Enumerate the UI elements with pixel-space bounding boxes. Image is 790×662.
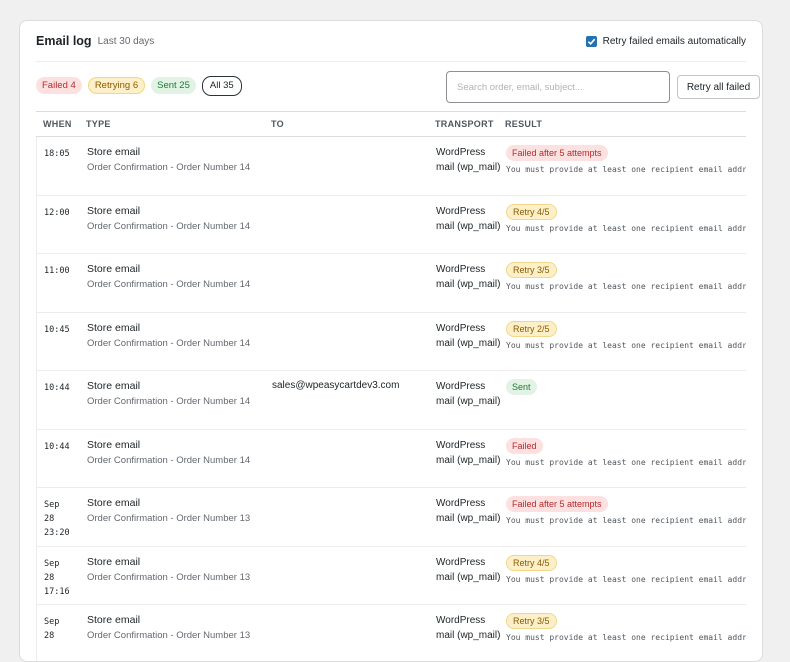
row-when: 10:44 xyxy=(44,383,70,393)
card-header: Email log Last 30 days Retry failed emai… xyxy=(36,21,746,62)
row-subject: Order Confirmation - Order Number 14 xyxy=(87,454,251,466)
retry-auto-label: Retry failed emails automatically xyxy=(602,35,746,47)
table-row[interactable]: 10:45 Store email Order Confirmation - Ord… xyxy=(36,312,746,371)
filter-retrying[interactable]: Retrying 6 xyxy=(87,77,146,94)
table-header: WHEN TYPE TO TRANSPORT RESULT xyxy=(36,111,746,137)
row-type: Store email xyxy=(87,555,141,568)
row-result-badge: Retry 4/5 xyxy=(506,554,557,571)
row-type: Store email xyxy=(87,380,141,392)
row-result-badge: Retry 2/5 xyxy=(506,320,557,337)
row-error-message: You must provide at least one recipient … xyxy=(506,633,746,642)
table-row[interactable]: Sep 28 23:20 Store email Order Confirmatio… xyxy=(36,488,746,547)
row-type: Store email xyxy=(87,204,141,217)
row-subject: Order Confirmation - Order Number 13 xyxy=(87,571,251,583)
page-subtitle: Last 30 days xyxy=(97,35,155,47)
row-when: 10:44 xyxy=(44,441,70,452)
row-transport: WordPress mail (wp_mail) xyxy=(436,498,501,524)
status-filters: Failed 4 Retrying 6 Sent 25 All 35 xyxy=(36,75,242,96)
row-type: Store email xyxy=(87,263,141,275)
row-transport: WordPress mail (wp_mail) xyxy=(436,556,501,583)
row-type: Store email xyxy=(87,497,141,509)
column-type[interactable]: TYPE xyxy=(86,119,111,129)
table-row[interactable]: 10:44 Store email Order Confirmation - Ord… xyxy=(36,429,746,488)
row-result-badge: Retry 4/5 xyxy=(506,203,557,220)
row-result-badge: Retry 3/5 xyxy=(506,613,557,629)
row-when: 11:00 xyxy=(44,266,70,276)
row-type: Store email xyxy=(87,146,141,158)
row-result-badge: Failed after 5 attempts xyxy=(506,145,608,161)
table-row[interactable]: 18:05 Store email Order Confirmation - Ord… xyxy=(36,137,746,196)
row-result-badge: Retry 3/5 xyxy=(506,262,557,278)
row-transport: WordPress mail (wp_mail) xyxy=(436,264,501,290)
row-when: Sep 28 23:20 xyxy=(44,500,70,538)
retry-auto-checkbox[interactable] xyxy=(585,35,597,47)
table-row[interactable]: Sep 28 17:16 Store email Order Confirmatio… xyxy=(36,546,746,605)
row-recipient: sales@wpeasycartdev3.com xyxy=(272,380,400,391)
table-row[interactable]: 10:44 Store email Order Confirmation - Ord… xyxy=(36,371,746,430)
column-transport[interactable]: TRANSPORT xyxy=(435,119,494,129)
filter-all[interactable]: All 35 xyxy=(201,75,242,96)
row-transport: WordPress mail (wp_mail) xyxy=(436,322,501,349)
row-when: 18:05 xyxy=(44,149,70,159)
row-error-message: You must provide at least one recipient … xyxy=(506,282,746,291)
row-error-message: You must provide at least one recipient … xyxy=(506,223,746,233)
row-error-message: You must provide at least one recipient … xyxy=(506,457,746,467)
row-type: Store email xyxy=(87,438,141,451)
retry-all-failed-button[interactable]: Retry all failed xyxy=(677,75,760,99)
row-transport: WordPress mail (wp_mail) xyxy=(436,439,501,466)
toolbar: Failed 4 Retrying 6 Sent 25 All 35 Searc… xyxy=(36,71,760,103)
row-when: 12:00 xyxy=(44,207,70,218)
check-icon xyxy=(587,38,595,45)
search-input[interactable]: Search order, email, subject... xyxy=(446,71,670,103)
email-log-card: Email log Last 30 days Retry failed emai… xyxy=(19,20,763,662)
row-when: Sep 28 17:16 xyxy=(44,558,70,597)
row-subject: Order Confirmation - Order Number 14 xyxy=(87,337,251,349)
row-transport: WordPress mail (wp_mail) xyxy=(436,615,501,641)
row-subject: Order Confirmation - Order Number 14 xyxy=(87,220,251,232)
column-to[interactable]: TO xyxy=(271,119,284,129)
filter-sent[interactable]: Sent 25 xyxy=(151,77,196,94)
row-when: Sep 28 xyxy=(44,617,60,641)
column-result[interactable]: RESULT xyxy=(505,119,542,129)
table-row[interactable]: 11:00 Store email Order Confirmation - Ord… xyxy=(36,254,746,313)
row-subject: Order Confirmation - Order Number 14 xyxy=(87,162,251,173)
row-result-badge: Sent xyxy=(506,379,537,395)
row-type: Store email xyxy=(87,614,141,626)
page-title: Email log xyxy=(36,34,92,48)
email-log-table: WHEN TYPE TO TRANSPORT RESULT 18:05 Store… xyxy=(36,111,746,661)
row-subject: Order Confirmation - Order Number 13 xyxy=(87,630,251,641)
row-transport: WordPress mail (wp_mail) xyxy=(436,381,501,407)
filter-failed[interactable]: Failed 4 xyxy=(36,77,82,94)
row-result-badge: Failed after 5 attempts xyxy=(506,496,608,512)
column-when[interactable]: WHEN xyxy=(43,119,72,129)
table-body: 18:05 Store email Order Confirmation - Ord… xyxy=(36,137,746,661)
row-error-message: You must provide at least one recipient … xyxy=(506,574,746,584)
row-subject: Order Confirmation - Order Number 14 xyxy=(87,279,251,290)
row-when: 10:45 xyxy=(44,324,70,335)
row-transport: WordPress mail (wp_mail) xyxy=(436,205,501,232)
row-error-message: You must provide at least one recipient … xyxy=(506,516,746,525)
table-row[interactable]: 12:00 Store email Order Confirmation - Ord… xyxy=(36,195,746,254)
row-error-message: You must provide at least one recipient … xyxy=(506,165,746,174)
row-result-badge: Failed xyxy=(506,437,543,454)
retry-auto-toggle[interactable]: Retry failed emails automatically xyxy=(585,35,746,47)
row-subject: Order Confirmation - Order Number 14 xyxy=(87,396,251,407)
row-subject: Order Confirmation - Order Number 13 xyxy=(87,513,251,524)
row-error-message: You must provide at least one recipient … xyxy=(506,340,746,350)
row-transport: WordPress mail (wp_mail) xyxy=(436,147,501,173)
row-type: Store email xyxy=(87,321,141,334)
